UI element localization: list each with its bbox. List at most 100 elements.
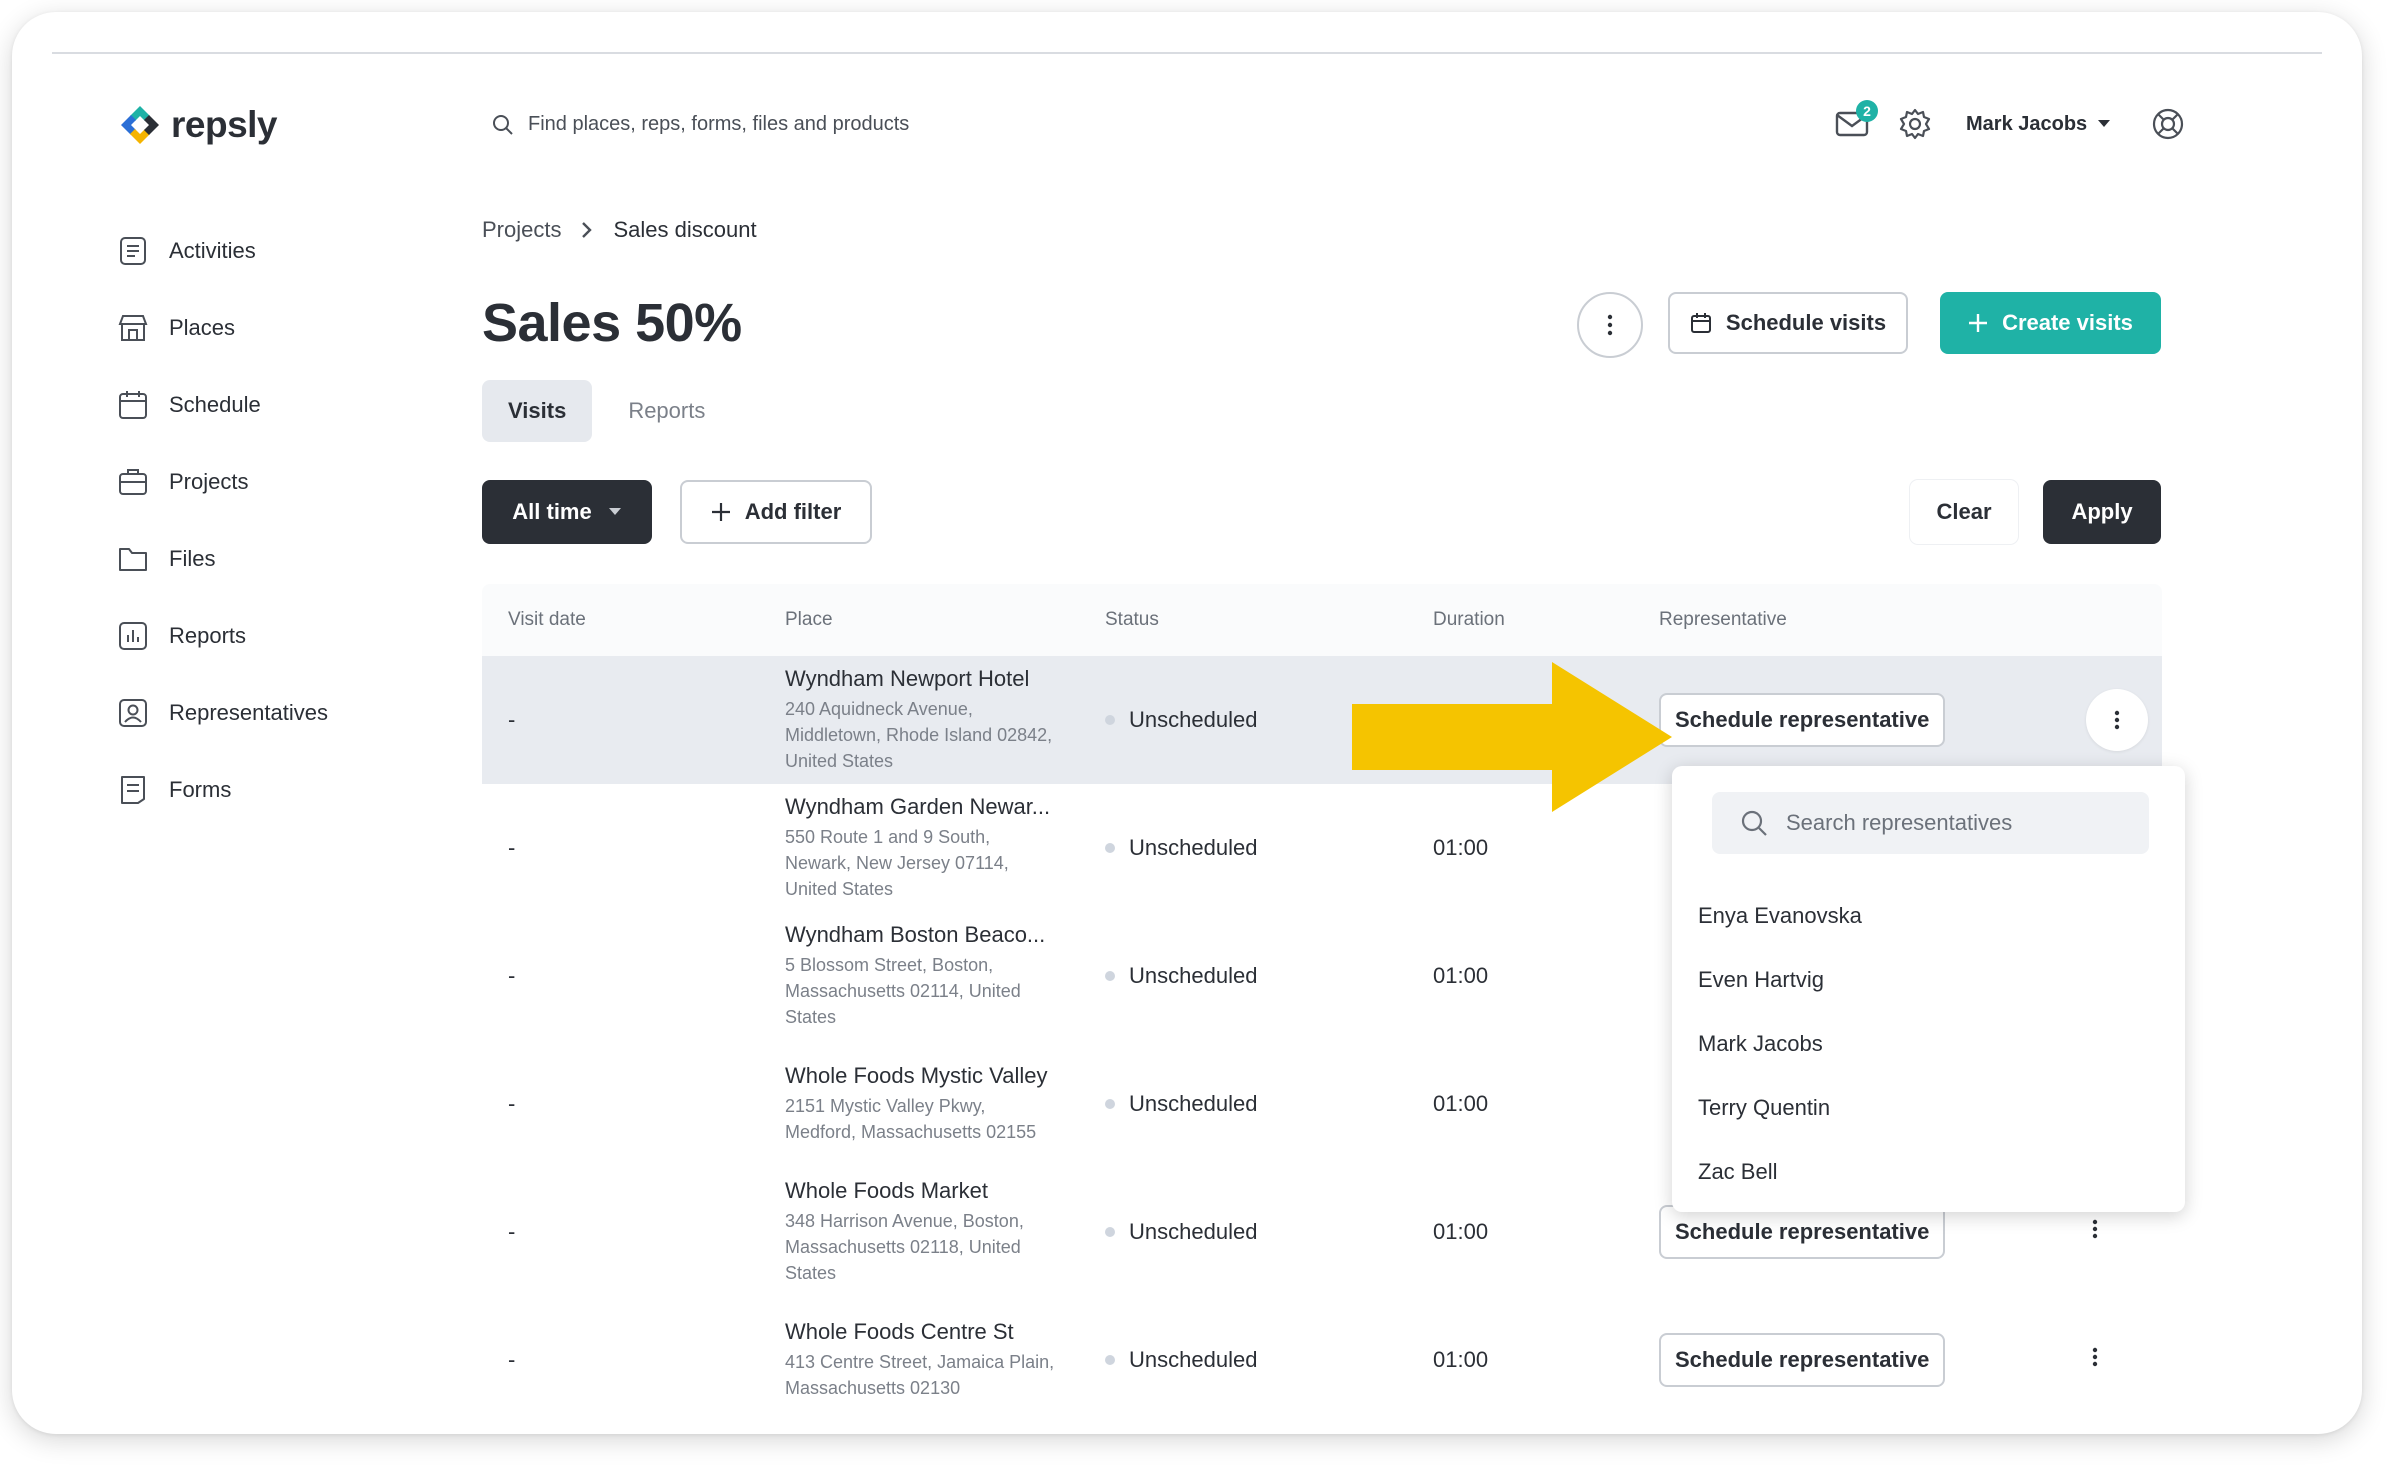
place-address: 550 Route 1 and 9 South, Newark, New Jer… — [785, 827, 1009, 899]
app-window: repsly 2 Mark Jacobs Activities — [12, 12, 2362, 1434]
sidebar-item-label: Activities — [169, 237, 256, 263]
duration: 01:00 — [1433, 835, 1489, 860]
duration: 01:00 — [1433, 1219, 1489, 1244]
kebab-icon — [1607, 314, 1613, 336]
chevron-right-icon — [582, 222, 593, 238]
plus-icon — [1969, 314, 1988, 332]
table-header: Visit date Place Status Duration Represe… — [482, 584, 2162, 656]
table-row[interactable]: - Wyndham Newport Hotel 240 Aquidneck Av… — [482, 656, 2162, 784]
gear-icon[interactable] — [1898, 107, 1932, 141]
representative-list: Enya Evanovska Even Hartvig Mark Jacobs … — [1698, 884, 2158, 1204]
row-menu-button[interactable] — [2086, 689, 2148, 751]
tab-visits[interactable]: Visits — [482, 380, 593, 442]
status-cell: Unscheduled — [1105, 835, 1257, 861]
place-address: 413 Centre Street, Jamaica Plain, Massac… — [785, 1352, 1055, 1398]
sidebar-item-representatives[interactable]: Representatives — [117, 674, 417, 751]
place-cell: Wyndham Garden Newar... 550 Route 1 and … — [785, 794, 1065, 902]
representative-search-input[interactable] — [1784, 809, 2128, 837]
schedule-representative-button[interactable]: Schedule representative — [1659, 693, 1946, 747]
representative-option[interactable]: Terry Quentin — [1698, 1076, 2158, 1140]
clear-button[interactable]: Clear — [1910, 480, 2018, 544]
global-search-input[interactable] — [526, 112, 990, 137]
status-dot — [1105, 843, 1115, 853]
status-text: Unscheduled — [1129, 1347, 1258, 1372]
header-actions: 2 Mark Jacobs — [1832, 100, 2185, 144]
visit-date: - — [508, 1219, 516, 1244]
column-header[interactable]: Status — [1105, 609, 1159, 631]
add-filter-button[interactable]: Add filter — [680, 480, 872, 544]
sidebar-item-places[interactable]: Places — [117, 289, 417, 366]
table-row[interactable]: - Whole Foods Centre St 413 Centre Stree… — [482, 1296, 2162, 1406]
sidebar-item-files[interactable]: Files — [117, 520, 417, 597]
status-dot — [1105, 1227, 1115, 1237]
status-cell: Unscheduled — [1105, 1091, 1257, 1117]
place-name[interactable]: Wyndham Newport Hotel — [785, 666, 1055, 692]
form-icon — [121, 775, 145, 804]
tab-reports[interactable]: Reports — [602, 380, 731, 442]
schedule-representative-button[interactable]: Schedule representative — [1659, 1205, 1946, 1259]
caret-down-icon — [608, 508, 621, 515]
place-name[interactable]: Wyndham Boston Beaco... — [785, 922, 1055, 948]
representative-option[interactable]: Even Hartvig — [1698, 948, 2158, 1012]
representative-option[interactable]: Mark Jacobs — [1698, 1012, 2158, 1076]
row-menu-button[interactable] — [2092, 1219, 2098, 1245]
representative-search[interactable] — [1712, 792, 2149, 854]
sidebar-item-reports[interactable]: Reports — [117, 597, 417, 674]
visit-date: - — [508, 1347, 516, 1372]
place-name[interactable]: Whole Foods Market — [785, 1178, 1055, 1204]
place-name[interactable]: Whole Foods Centre St — [785, 1319, 1055, 1345]
column-header[interactable]: Visit date — [508, 609, 586, 631]
more-options-button[interactable] — [1577, 292, 1643, 358]
tabs: Visits Reports — [482, 380, 731, 442]
place-name[interactable]: Wyndham Garden Newar... — [785, 794, 1055, 820]
status-cell: Unscheduled — [1105, 1219, 1257, 1245]
sidebar-item-forms[interactable]: Forms — [117, 751, 417, 828]
repsly-logo[interactable]: repsly — [117, 102, 278, 148]
calendar-icon — [119, 390, 147, 419]
time-filter-dropdown[interactable]: All time — [482, 480, 652, 544]
visit-date: - — [508, 707, 516, 732]
place-name[interactable]: Whole Foods Mystic Valley — [785, 1063, 1055, 1089]
status-text: Unscheduled — [1129, 707, 1258, 732]
breadcrumb-projects[interactable]: Projects — [482, 217, 561, 243]
sidebar-item-activities[interactable]: Activities — [117, 212, 417, 289]
representative-option[interactable]: Enya Evanovska — [1698, 884, 2158, 948]
column-header[interactable]: Place — [785, 609, 1065, 631]
apply-button[interactable]: Apply — [2043, 480, 2161, 544]
representative-option[interactable]: Zac Bell — [1698, 1140, 2158, 1204]
kebab-icon — [2092, 1219, 2098, 1239]
status-dot — [1105, 971, 1115, 981]
inbox-button[interactable]: 2 — [1832, 100, 1878, 144]
column-header[interactable]: Duration — [1433, 609, 1505, 631]
lifebuoy-icon[interactable] — [2151, 107, 2185, 141]
column-header[interactable]: Representative — [1659, 609, 1787, 631]
sidebar-item-schedule[interactable]: Schedule — [117, 366, 417, 443]
status-dot — [1105, 715, 1115, 725]
schedule-representative-button[interactable]: Schedule representative — [1659, 1333, 1946, 1387]
schedule-visits-button[interactable]: Schedule visits — [1668, 292, 1908, 354]
sidebar-item-projects[interactable]: Projects — [117, 443, 417, 520]
place-cell: Whole Foods Centre St 413 Centre Street,… — [785, 1319, 1065, 1401]
row-menu-button[interactable] — [2092, 1347, 2098, 1373]
place-cell: Whole Foods Mystic Valley 2151 Mystic Va… — [785, 1063, 1065, 1145]
place-cell: Whole Foods Market 348 Harrison Avenue, … — [785, 1178, 1065, 1286]
create-visits-label: Create visits — [2002, 310, 2133, 335]
visit-date: - — [508, 1091, 516, 1116]
place-address: 240 Aquidneck Avenue, Middletown, Rhode … — [785, 699, 1053, 771]
sidebar-item-label: Forms — [169, 776, 232, 802]
sidebar-item-label: Places — [169, 314, 236, 340]
folder-icon — [119, 547, 147, 571]
search-icon — [493, 114, 513, 135]
person-icon — [119, 698, 147, 727]
arrow-annotation-icon — [1352, 662, 1672, 812]
status-text: Unscheduled — [1129, 835, 1258, 860]
chart-icon — [119, 621, 147, 650]
status-cell: Unscheduled — [1105, 1347, 1257, 1373]
sidebar-item-label: Reports — [169, 622, 247, 648]
calendar-icon — [1690, 313, 1711, 333]
visit-date: - — [508, 835, 516, 860]
user-menu[interactable]: Mark Jacobs — [1966, 113, 2111, 136]
create-visits-button[interactable]: Create visits — [1940, 292, 2161, 354]
global-search[interactable] — [492, 112, 990, 137]
briefcase-icon — [119, 468, 147, 495]
